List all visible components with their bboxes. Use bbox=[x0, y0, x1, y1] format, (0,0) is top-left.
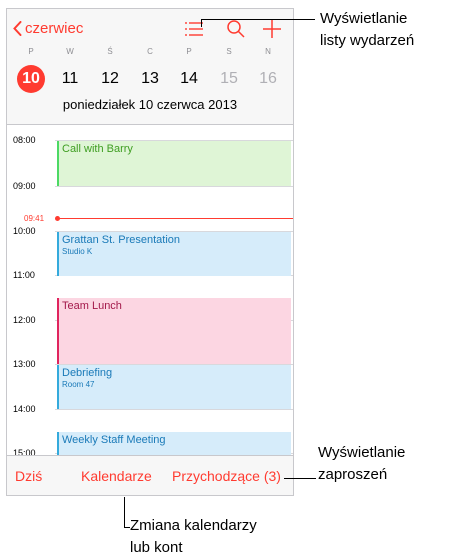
event-location: Studio K bbox=[62, 247, 93, 256]
weekday-label: Ś bbox=[107, 47, 113, 56]
hour-label: 09:00 bbox=[13, 181, 36, 191]
event-title: Weekly Staff Meeting bbox=[62, 434, 166, 446]
callout-line-list-view bbox=[201, 19, 315, 20]
event-debriefing[interactable]: Debriefing Room 47 bbox=[57, 365, 291, 409]
search-icon[interactable] bbox=[225, 18, 247, 40]
callout-line-invitations bbox=[284, 478, 316, 479]
today-button[interactable]: Dziś bbox=[15, 468, 42, 484]
add-icon[interactable] bbox=[261, 18, 283, 40]
callout-text: Wyświetlanie bbox=[318, 444, 406, 461]
day-cell[interactable]: 16 bbox=[250, 65, 286, 93]
event-team-lunch[interactable]: Team Lunch bbox=[57, 298, 291, 364]
callout-text: zaproszeń bbox=[318, 466, 388, 483]
selected-date: poniedziałek 10 czerwca 2013 bbox=[62, 97, 238, 112]
event-call-with-barry[interactable]: Call with Barry bbox=[57, 141, 291, 186]
calendar-screen: czerwiec P W Ś C P S N 10 11 12 13 14 15 bbox=[6, 8, 294, 496]
callout-list-view: Wyświetlanie listy wydarzeń bbox=[320, 8, 414, 52]
back-label: czerwiec bbox=[25, 20, 84, 37]
day-cell[interactable]: 12 bbox=[92, 65, 128, 93]
callout-text: Zmiana kalendarzy bbox=[130, 517, 257, 534]
weekday-label: P bbox=[186, 47, 192, 56]
day-cell[interactable]: 13 bbox=[132, 65, 168, 93]
current-time-line bbox=[59, 218, 293, 219]
day-timeline[interactable]: 08:00 09:00 10:00 11:00 12:00 13:00 14:0… bbox=[7, 126, 293, 458]
bottom-toolbar: Dziś Kalendarze Przychodzące (3) bbox=[7, 455, 293, 495]
current-time-label: 09:41 bbox=[24, 214, 45, 223]
callout-text: listy wydarzeń bbox=[320, 32, 415, 49]
header: czerwiec P W Ś C P S N 10 11 12 13 14 15 bbox=[7, 9, 293, 125]
callout-text: Wyświetlanie bbox=[320, 10, 408, 27]
day-cell[interactable]: 10 bbox=[13, 65, 49, 93]
event-title: Debriefing bbox=[62, 367, 113, 379]
selected-day: 10 bbox=[17, 65, 45, 93]
hour-label: 12:00 bbox=[13, 315, 36, 325]
callout-line-calendars bbox=[124, 497, 125, 527]
event-title: Team Lunch bbox=[62, 300, 122, 312]
callout-text: lub kont bbox=[130, 539, 183, 556]
hour-label: 13:00 bbox=[13, 359, 36, 369]
callout-line-list-view-tick bbox=[201, 19, 202, 27]
event-title: Grattan St. Presentation bbox=[62, 234, 181, 246]
weekday-label: N bbox=[265, 47, 271, 56]
event-title: Call with Barry bbox=[62, 143, 133, 155]
hour-line bbox=[55, 186, 293, 187]
callout-calendars: Zmiana kalendarzy lub kont bbox=[130, 515, 257, 559]
hour-label: 14:00 bbox=[13, 404, 36, 414]
day-cell[interactable]: 11 bbox=[52, 65, 88, 93]
back-button[interactable]: czerwiec bbox=[13, 20, 83, 37]
weekday-label: P bbox=[28, 47, 34, 56]
weekday-label: S bbox=[226, 47, 232, 56]
chevron-left-icon bbox=[13, 21, 22, 36]
day-cell[interactable]: 15 bbox=[211, 65, 247, 93]
hour-label: 08:00 bbox=[13, 135, 36, 145]
hour-line bbox=[55, 409, 293, 410]
event-grattan-presentation[interactable]: Grattan St. Presentation Studio K bbox=[57, 232, 291, 276]
hour-label: 10:00 bbox=[13, 226, 36, 236]
weekday-label: W bbox=[66, 47, 74, 56]
event-weekly-staff-meeting[interactable]: Weekly Staff Meeting bbox=[57, 432, 291, 457]
event-location: Room 47 bbox=[62, 380, 95, 389]
weekday-label: C bbox=[147, 47, 153, 56]
inbox-button[interactable]: Przychodzące (3) bbox=[172, 468, 281, 484]
day-cell[interactable]: 14 bbox=[171, 65, 207, 93]
calendars-button[interactable]: Kalendarze bbox=[81, 468, 152, 484]
hour-label: 11:00 bbox=[13, 270, 35, 280]
callout-invitations: Wyświetlanie zaproszeń bbox=[318, 442, 405, 486]
